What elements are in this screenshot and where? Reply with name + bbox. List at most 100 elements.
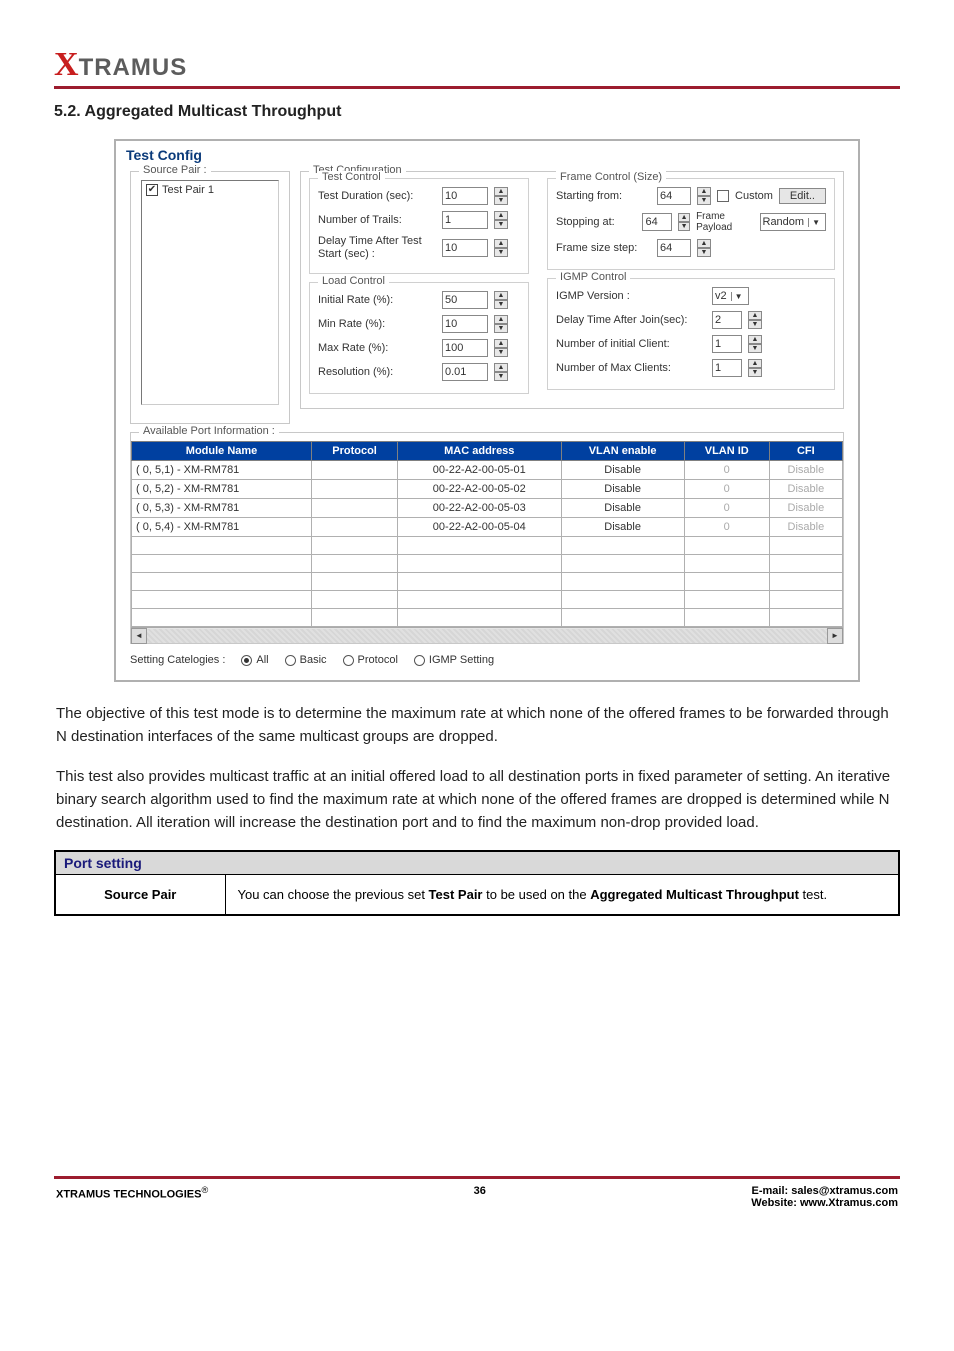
spinner[interactable]: ▲▼ <box>678 213 690 231</box>
spinner[interactable]: ▲▼ <box>748 359 762 377</box>
max-rate-input[interactable]: 100 <box>442 339 488 357</box>
th-vlan: VLAN enable <box>561 442 684 461</box>
duration-label: Test Duration (sec): <box>318 190 436 202</box>
frame-payload-label: Frame Payload <box>696 211 753 233</box>
min-rate-input[interactable]: 10 <box>442 315 488 333</box>
port-info-table: Module Name Protocol MAC address VLAN en… <box>131 441 843 627</box>
spinner[interactable]: ▲▼ <box>748 335 762 353</box>
categories-label: Setting Catelogies : <box>130 654 225 666</box>
th-module: Module Name <box>132 442 312 461</box>
chevron-down-icon: ▼ <box>808 218 823 227</box>
custom-checkbox[interactable] <box>717 190 729 202</box>
resolution-input[interactable]: 0.01 <box>442 363 488 381</box>
logo-x: X <box>54 48 79 82</box>
paragraph-1: The objective of this test mode is to de… <box>56 702 898 749</box>
source-pair-list[interactable]: ✔ Test Pair 1 <box>141 180 279 405</box>
radio-all[interactable]: All <box>241 654 268 666</box>
delay-start-input[interactable]: 10 <box>442 239 488 257</box>
source-pair-legend: Source Pair : <box>139 164 211 176</box>
test-control-legend: Test Control <box>318 171 385 183</box>
th-mac: MAC address <box>398 442 561 461</box>
table-row <box>132 537 843 555</box>
table-row <box>132 555 843 573</box>
frame-step-input[interactable]: 64 <box>657 239 691 257</box>
port-setting-table: Port setting Source Pair You can choose … <box>54 850 900 916</box>
checkbox-icon[interactable]: ✔ <box>146 184 158 196</box>
th-protocol: Protocol <box>312 442 398 461</box>
trails-label: Number of Trails: <box>318 214 436 226</box>
frame-control-legend: Frame Control (Size) <box>556 171 666 183</box>
port-setting-row-text: You can choose the previous set Test Pai… <box>225 875 899 916</box>
scroll-right-icon[interactable]: ► <box>827 628 843 644</box>
init-client-label: Number of initial Client: <box>556 338 706 350</box>
dialog-title: Test Config <box>116 141 858 165</box>
igmp-version-label: IGMP Version : <box>556 290 706 302</box>
resolution-label: Resolution (%): <box>318 366 436 378</box>
source-pair-item[interactable]: ✔ Test Pair 1 <box>144 183 276 197</box>
table-row[interactable]: ( 0, 5,3) - XM-RM78100-22-A2-00-05-03Dis… <box>132 499 843 518</box>
brand-logo: X TRAMUS <box>54 48 900 82</box>
spinner[interactable]: ▲▼ <box>494 211 508 229</box>
spinner[interactable]: ▲▼ <box>697 239 711 257</box>
spinner[interactable]: ▲▼ <box>494 363 508 381</box>
scroll-track[interactable] <box>147 629 827 643</box>
min-rate-label: Min Rate (%): <box>318 318 436 330</box>
delay-start-label: Delay Time After Test Start (sec) : <box>318 235 436 261</box>
radio-igmp[interactable]: IGMP Setting <box>414 654 494 666</box>
header-rule <box>54 86 900 89</box>
duration-input[interactable]: 10 <box>442 187 488 205</box>
port-info-legend: Available Port Information : <box>139 425 279 437</box>
trails-input[interactable]: 1 <box>442 211 488 229</box>
max-rate-label: Max Rate (%): <box>318 342 436 354</box>
table-row[interactable]: ( 0, 5,1) - XM-RM78100-22-A2-00-05-01Dis… <box>132 461 843 480</box>
delay-join-input[interactable]: 2 <box>712 311 742 329</box>
footer-page-number: 36 <box>474 1185 486 1197</box>
load-control-legend: Load Control <box>318 275 389 287</box>
horizontal-scrollbar[interactable]: ◄ ► <box>131 627 843 643</box>
footer-left: XTRAMUS TECHNOLOGIES® <box>56 1185 208 1201</box>
page-footer: XTRAMUS TECHNOLOGIES® 36 E-mail: sales@x… <box>54 1179 900 1219</box>
table-row[interactable]: ( 0, 5,4) - XM-RM78100-22-A2-00-05-04Dis… <box>132 518 843 537</box>
table-row <box>132 573 843 591</box>
starting-from-input[interactable]: 64 <box>657 187 691 205</box>
port-setting-row-label: Source Pair <box>55 875 225 916</box>
section-title: 5.2. Aggregated Multicast Throughput <box>54 103 900 121</box>
spinner[interactable]: ▲▼ <box>494 339 508 357</box>
table-row[interactable]: ( 0, 5,2) - XM-RM78100-22-A2-00-05-02Dis… <box>132 480 843 499</box>
chevron-down-icon: ▼ <box>731 292 746 301</box>
delay-join-label: Delay Time After Join(sec): <box>556 314 706 326</box>
th-vlanid: VLAN ID <box>684 442 769 461</box>
spinner[interactable]: ▲▼ <box>494 315 508 333</box>
source-pair-item-label: Test Pair 1 <box>162 184 214 196</box>
frame-step-label: Frame size step: <box>556 242 651 254</box>
igmp-control-legend: IGMP Control <box>556 271 630 283</box>
initial-rate-input[interactable]: 50 <box>442 291 488 309</box>
table-row <box>132 591 843 609</box>
starting-from-label: Starting from: <box>556 190 651 202</box>
custom-label: Custom <box>735 190 773 202</box>
frame-payload-select[interactable]: Random▼ <box>760 213 827 231</box>
radio-protocol[interactable]: Protocol <box>343 654 398 666</box>
edit-button[interactable]: Edit.. <box>779 188 826 204</box>
stopping-at-input[interactable]: 64 <box>642 213 672 231</box>
initial-rate-label: Initial Rate (%): <box>318 294 436 306</box>
max-client-label: Number of Max Clients: <box>556 362 706 374</box>
port-setting-header: Port setting <box>55 851 899 875</box>
paragraph-2: This test also provides multicast traffi… <box>56 765 898 835</box>
init-client-input[interactable]: 1 <box>712 335 742 353</box>
test-config-dialog: Test Config Source Pair : ✔ Test Pair 1 <box>114 139 860 682</box>
radio-basic[interactable]: Basic <box>285 654 327 666</box>
spinner[interactable]: ▲▼ <box>697 187 711 205</box>
max-client-input[interactable]: 1 <box>712 359 742 377</box>
scroll-left-icon[interactable]: ◄ <box>131 628 147 644</box>
spinner[interactable]: ▲▼ <box>494 239 508 257</box>
table-row <box>132 609 843 627</box>
footer-right: E-mail: sales@xtramus.com Website: www.X… <box>751 1185 898 1209</box>
logo-rest: TRAMUS <box>79 54 188 82</box>
spinner[interactable]: ▲▼ <box>494 291 508 309</box>
spinner[interactable]: ▲▼ <box>748 311 762 329</box>
stopping-at-label: Stopping at: <box>556 216 636 228</box>
igmp-version-select[interactable]: v2▼ <box>712 287 749 305</box>
th-cfi: CFI <box>769 442 842 461</box>
spinner[interactable]: ▲▼ <box>494 187 508 205</box>
